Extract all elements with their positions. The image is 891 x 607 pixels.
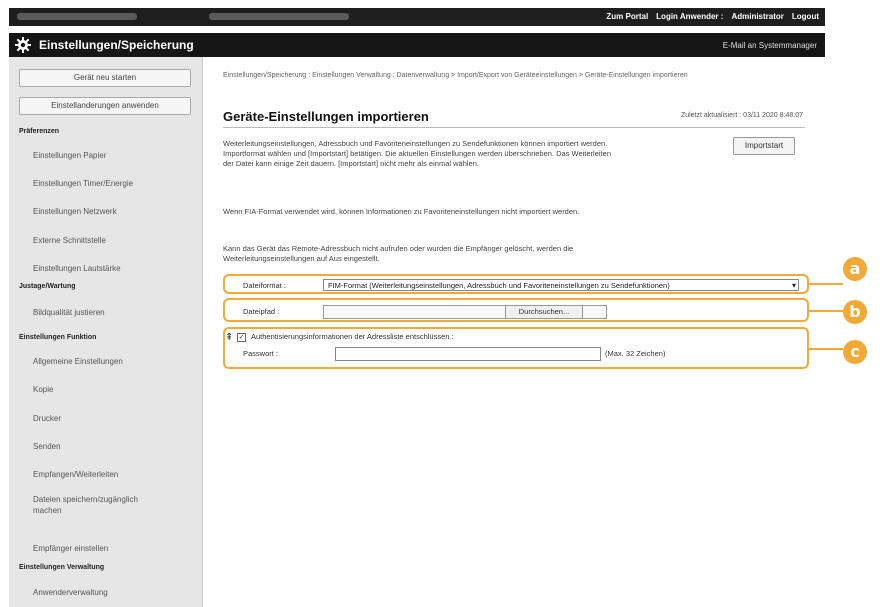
sidebar-item-network[interactable]: Einstellungen Netzwerk [33, 206, 193, 217]
breadcrumb: Einstellungen/Speicherung : Einstellunge… [223, 72, 688, 79]
highlight-file-format [223, 274, 809, 294]
top-bar: Zum Portal Login Anwender : Administrato… [9, 8, 825, 26]
import-start-button[interactable]: Importstart [733, 137, 795, 155]
highlight-file-path [223, 298, 809, 322]
portal-link[interactable]: Zum Portal [606, 12, 648, 21]
logout-link[interactable]: Logout [792, 12, 819, 21]
sidebar-heading-management-settings: Einstellungen Verwaltung [19, 564, 105, 571]
sidebar-item-send[interactable]: Senden [33, 441, 193, 452]
callout-badge-b: b [843, 300, 867, 324]
device-address-blurred [209, 13, 349, 20]
sidebar-item-paper[interactable]: Einstellungen Papier [33, 150, 193, 161]
sidebar-item-printer[interactable]: Drucker [33, 413, 193, 424]
sidebar-item-receive-forward[interactable]: Empfangen/Weiterleiten [33, 469, 193, 480]
description-text: Weiterleitungseinstellungen, Adressbuch … [223, 139, 611, 168]
sidebar-item-volume[interactable]: Einstellungen Lautstärke [33, 263, 193, 274]
sidebar-item-user-management[interactable]: Anwenderverwaltung [33, 587, 193, 598]
callout-badge-c: c [843, 340, 867, 364]
apply-changes-button[interactable]: Einstellanderungen anwenden [19, 97, 191, 115]
sidebar-item-copy[interactable]: Kopie [33, 384, 193, 395]
gear-icon [15, 37, 31, 53]
callout-connector-c [809, 348, 843, 350]
callout-connector-a [809, 283, 843, 285]
fia-format-note: Wenn FIA-Format verwendet wird, können I… [223, 207, 580, 216]
app-title: Einstellungen/Speicherung [39, 38, 194, 52]
callout-connector-b [809, 310, 843, 312]
page-title: Geräte-Einstellungen importieren [223, 109, 429, 124]
sidebar-item-external-interface[interactable]: Externe Schnittstelle [33, 235, 193, 246]
login-user-label: Login Anwender : [656, 12, 724, 21]
login-user-name: Administrator [731, 12, 784, 21]
sidebar-heading-maintenance: Justage/Wartung [19, 283, 76, 290]
mail-to-admin-link[interactable]: E-Mail an Systemmanager [723, 41, 817, 50]
last-updated: Zuletzt aktualisiert : 03/11 2020 8:48:0… [680, 112, 803, 119]
highlight-auth [223, 327, 809, 369]
restart-device-button[interactable]: Gerät neu starten [19, 69, 191, 87]
remote-addressbook-note: Kann das Gerät das Remote-Adressbuch nic… [223, 244, 574, 263]
sidebar-item-general-settings[interactable]: Allgemeine Einstellungen [33, 356, 193, 367]
device-name-blurred [17, 13, 137, 20]
divider [223, 127, 805, 128]
sidebar-item-timer-energy[interactable]: Einstellungen Timer/Energie [33, 178, 193, 189]
sidebar-item-set-destination[interactable]: Empfänger einstellen [33, 543, 193, 554]
sidebar: Gerät neu starten Einstellanderungen anw… [9, 57, 203, 607]
sidebar-item-store-access-files[interactable]: Dateien speichern/zugänglich machen [33, 494, 163, 516]
sidebar-item-image-quality[interactable]: Bildqualität justieren [33, 307, 193, 318]
sidebar-heading-function-settings: Einstellungen Funktion [19, 334, 97, 341]
sidebar-heading-preferences: Präferenzen [19, 128, 60, 135]
callout-badge-a: a [843, 257, 867, 281]
title-bar: Einstellungen/Speicherung E-Mail an Syst… [9, 33, 825, 57]
